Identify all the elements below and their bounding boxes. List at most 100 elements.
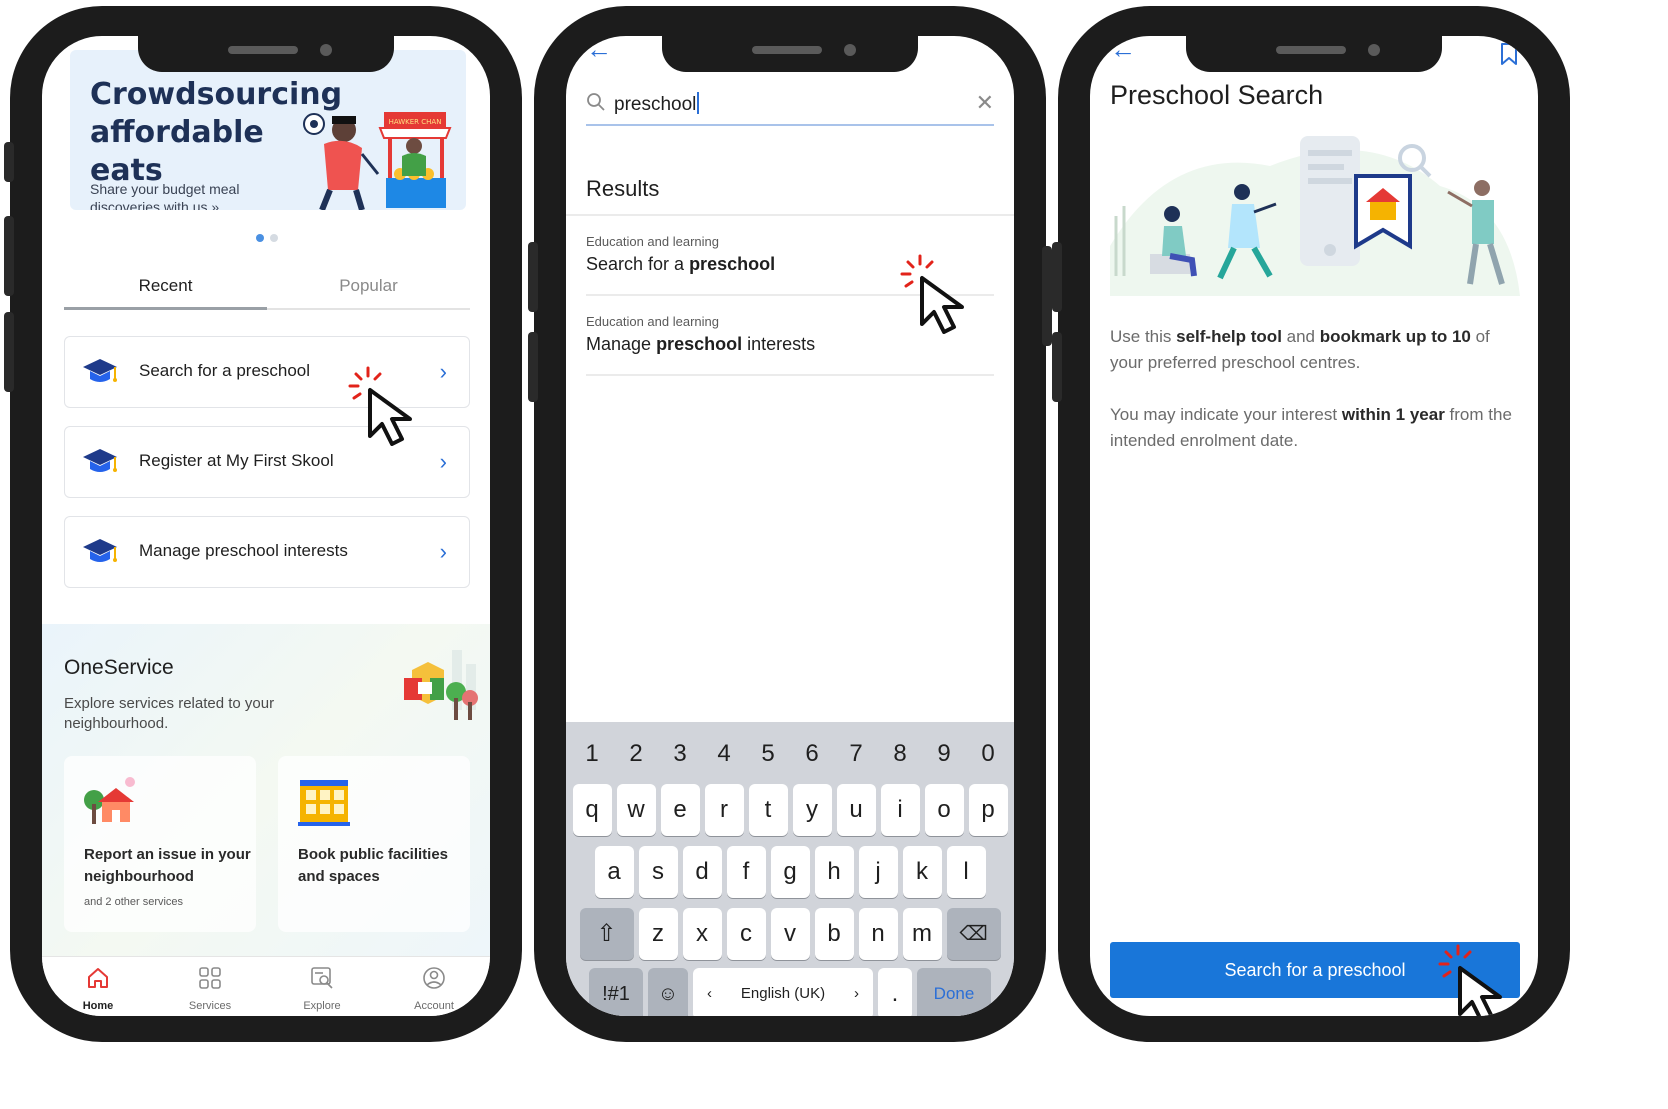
key[interactable]: i	[880, 784, 920, 836]
search-screen: ← preschool ✕ Results Education and lear…	[566, 36, 1014, 1016]
bottom-navigation: Home Services Explore Account	[42, 956, 490, 1016]
service-card-report-issue[interactable]: Report an issue in your neighbourhood an…	[64, 756, 256, 932]
key[interactable]: v	[770, 908, 810, 960]
key[interactable]: g	[770, 846, 810, 898]
bookmark-icon[interactable]	[1500, 42, 1518, 66]
backspace-key-icon[interactable]: ⌫	[946, 908, 1001, 960]
nav-services[interactable]: Services	[154, 957, 266, 1016]
carousel-dot[interactable]	[256, 234, 264, 242]
nav-label: Services	[188, 1000, 232, 1012]
period-key[interactable]: .	[878, 968, 912, 1016]
key[interactable]: 6	[793, 730, 832, 778]
key[interactable]: e	[660, 784, 700, 836]
nav-label: Account	[414, 1000, 454, 1012]
key[interactable]: a	[594, 846, 634, 898]
key[interactable]: b	[814, 908, 854, 960]
keyboard-number-row: 1 2 3 4 5 6 7 8 9 0	[566, 730, 1014, 778]
tap-cursor-icon	[348, 366, 412, 446]
key[interactable]: j	[858, 846, 898, 898]
preschool-search-screen: ← Preschool Search Use this self-help to…	[1090, 36, 1538, 1016]
key[interactable]: 8	[881, 730, 920, 778]
key[interactable]: n	[858, 908, 898, 960]
key[interactable]: t	[748, 784, 788, 836]
key[interactable]: z	[638, 908, 678, 960]
recent-item-label: Search for a preschool	[139, 361, 311, 380]
tab-recent[interactable]: Recent	[64, 264, 267, 310]
oneservice-title: OneService	[64, 656, 174, 679]
result-category: Education and learning	[586, 314, 719, 329]
key[interactable]: r	[704, 784, 744, 836]
key[interactable]: 5	[749, 730, 788, 778]
nav-account[interactable]: Account	[378, 957, 490, 1016]
banner-subtitle[interactable]: Share your budget meal discoveries with …	[90, 180, 290, 210]
carousel-dots[interactable]	[256, 234, 278, 242]
nav-label: Home	[82, 1000, 114, 1012]
key[interactable]: f	[726, 846, 766, 898]
tap-cursor-icon	[1438, 944, 1502, 1016]
keyboard-row-1: q w e r t y u i o p	[566, 784, 1014, 836]
banner-title: Crowdsourcing affordable eats	[90, 77, 343, 188]
key[interactable]: 0	[969, 730, 1008, 778]
phone-search: ← preschool ✕ Results Education and lear…	[528, 6, 1052, 1042]
key[interactable]: 4	[705, 730, 744, 778]
recent-item-manage-interests[interactable]: Manage preschool interests ›	[64, 516, 470, 588]
nav-home[interactable]: Home	[42, 957, 154, 1016]
stall-sign: HAWKER CHAN	[389, 118, 442, 126]
shift-key-icon[interactable]: ⇧	[579, 908, 634, 960]
onscreen-keyboard: 1 2 3 4 5 6 7 8 9 0 q w e r t y u i o p …	[566, 722, 1014, 1016]
symbols-key[interactable]: !#1	[589, 968, 643, 1016]
graduation-cap-icon	[83, 448, 117, 473]
key[interactable]: q	[572, 784, 612, 836]
key[interactable]: c	[726, 908, 766, 960]
key[interactable]: x	[682, 908, 722, 960]
service-card-book-facilities[interactable]: Book public facilities and spaces	[278, 756, 470, 932]
key[interactable]: y	[792, 784, 832, 836]
key[interactable]: 1	[573, 730, 612, 778]
key[interactable]: 9	[925, 730, 964, 778]
graduation-cap-icon	[83, 538, 117, 563]
phone-home: Crowdsourcing affordable eats Share your…	[4, 6, 522, 1042]
emoji-key-icon[interactable]: ☺	[648, 968, 688, 1016]
clear-search-icon[interactable]: ✕	[976, 90, 994, 116]
back-arrow-icon[interactable]: ←	[586, 36, 612, 65]
preschool-search-illustration-icon	[1110, 136, 1520, 296]
key[interactable]: s	[638, 846, 678, 898]
key[interactable]: m	[902, 908, 942, 960]
key[interactable]: o	[924, 784, 964, 836]
key[interactable]: p	[968, 784, 1008, 836]
results-heading: Results	[586, 176, 660, 201]
tab-popular[interactable]: Popular	[267, 264, 470, 308]
keyboard-row-bottom: !#1 ☺ ‹ English (UK) › . Done	[566, 968, 1014, 1016]
account-icon	[423, 967, 445, 989]
key[interactable]: h	[814, 846, 854, 898]
space-key[interactable]: ‹ English (UK) ›	[693, 968, 873, 1016]
carousel-dot[interactable]	[270, 234, 278, 242]
grid-icon	[199, 967, 221, 989]
search-icon	[587, 93, 605, 111]
graduation-cap-icon	[83, 358, 117, 383]
oneservice-section: OneService Explore services related to y…	[42, 624, 490, 956]
oneservice-description: Explore services related to your neighbo…	[64, 695, 275, 732]
back-arrow-icon[interactable]: ←	[1110, 36, 1136, 65]
service-subtitle: and 2 other services	[84, 896, 184, 908]
key[interactable]: 2	[617, 730, 656, 778]
promo-banner[interactable]: Crowdsourcing affordable eats Share your…	[70, 50, 466, 210]
prev-language-icon: ‹	[707, 985, 712, 1002]
key[interactable]: k	[902, 846, 942, 898]
key[interactable]: d	[682, 846, 722, 898]
key[interactable]: w	[616, 784, 656, 836]
key[interactable]: 3	[661, 730, 700, 778]
done-key[interactable]: Done	[917, 968, 991, 1016]
search-value: preschool	[614, 92, 699, 116]
key[interactable]: u	[836, 784, 876, 836]
chevron-right-icon: ›	[439, 539, 447, 564]
key[interactable]: l	[946, 846, 986, 898]
key[interactable]: 7	[837, 730, 876, 778]
language-label: English (UK)	[740, 985, 826, 1002]
service-title: Book public facilities and spaces	[298, 846, 449, 885]
service-title: Report an issue in your neighbourhood	[84, 846, 251, 885]
result-category: Education and learning	[586, 234, 719, 249]
phone-preschool-search: ← Preschool Search Use this self-help to…	[1052, 6, 1570, 1042]
search-input[interactable]: preschool ✕	[586, 86, 994, 126]
nav-explore[interactable]: Explore	[266, 957, 378, 1016]
